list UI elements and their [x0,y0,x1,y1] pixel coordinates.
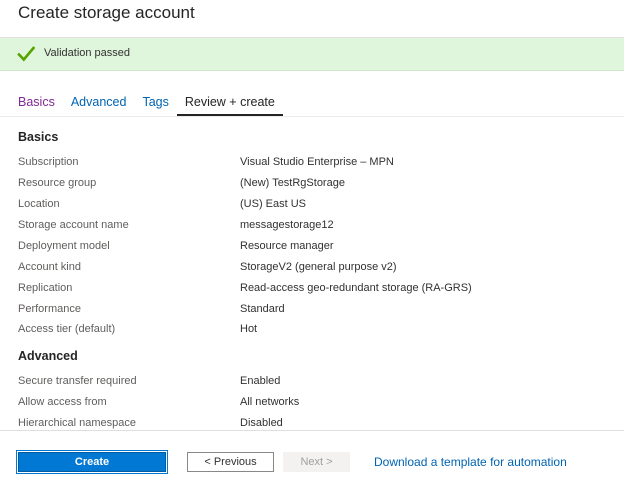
row-label: Access tier (default) [18,323,116,335]
tab-tags[interactable]: Tags [142,92,168,114]
row-label: Resource group [18,177,97,189]
page-title: Create storage account [18,3,195,22]
footer-bar: Create < Previous Next > Download a temp… [0,430,624,488]
row-label: Hierarchical namespace [18,417,136,429]
row-value: Enabled [240,375,281,387]
row-label: Deployment model [18,240,110,252]
summary-row-location: Location (US) East US [0,198,624,219]
check-icon [17,46,36,62]
summary-row-performance: Performance Standard [0,303,624,324]
summary-row-secure-transfer: Secure transfer required Enabled [0,375,624,396]
validation-message: Validation passed [44,47,131,59]
summary-row-allow-access-from: Allow access from All networks [0,396,624,417]
section-heading-advanced: Advanced [18,349,78,363]
tab-review-create[interactable]: Review + create [176,92,283,116]
row-value: Disabled [240,417,283,429]
row-value: Standard [240,303,285,315]
row-label: Replication [18,282,73,294]
summary-row-deployment-model: Deployment model Resource manager [0,240,624,261]
summary-row-subscription: Subscription Visual Studio Enterprise – … [0,156,624,177]
tab-advanced[interactable]: Advanced [71,92,127,114]
create-button[interactable]: Create [16,450,168,474]
row-label: Location [18,198,60,210]
row-value: Read-access geo-redundant storage (RA-GR… [240,282,472,294]
row-value: All networks [240,396,300,408]
row-label: Secure transfer required [18,375,137,387]
tab-divider [0,116,624,117]
row-label: Subscription [18,156,79,168]
tab-basics[interactable]: Basics [18,92,55,114]
validation-banner: Validation passed [0,38,624,71]
next-button[interactable]: Next > [283,452,350,472]
summary-row-access-tier: Access tier (default) Hot [0,323,624,344]
row-value: Resource manager [240,240,334,252]
row-label: Performance [18,303,81,315]
row-value: (New) TestRgStorage [240,177,345,189]
download-template-link[interactable]: Download a template for automation [374,455,567,469]
summary-row-account-kind: Account kind StorageV2 (general purpose … [0,261,624,282]
row-value: messagestorage12 [240,219,334,231]
row-value: (US) East US [240,198,307,210]
row-value: StorageV2 (general purpose v2) [240,261,397,273]
row-value: Visual Studio Enterprise – MPN [240,156,394,168]
tab-bar: Basics Advanced Tags Review + create [18,92,299,116]
title-bar: Create storage account [0,0,624,38]
summary-row-replication: Replication Read-access geo-redundant st… [0,282,624,303]
previous-button[interactable]: < Previous [187,452,274,472]
row-label: Allow access from [18,396,107,408]
section-heading-basics: Basics [18,130,59,144]
row-value: Hot [240,323,258,335]
summary-row-resource-group: Resource group (New) TestRgStorage [0,177,624,198]
row-label: Account kind [18,261,81,273]
row-label: Storage account name [18,219,129,231]
summary-row-storage-account-name: Storage account name messagestorage12 [0,219,624,240]
